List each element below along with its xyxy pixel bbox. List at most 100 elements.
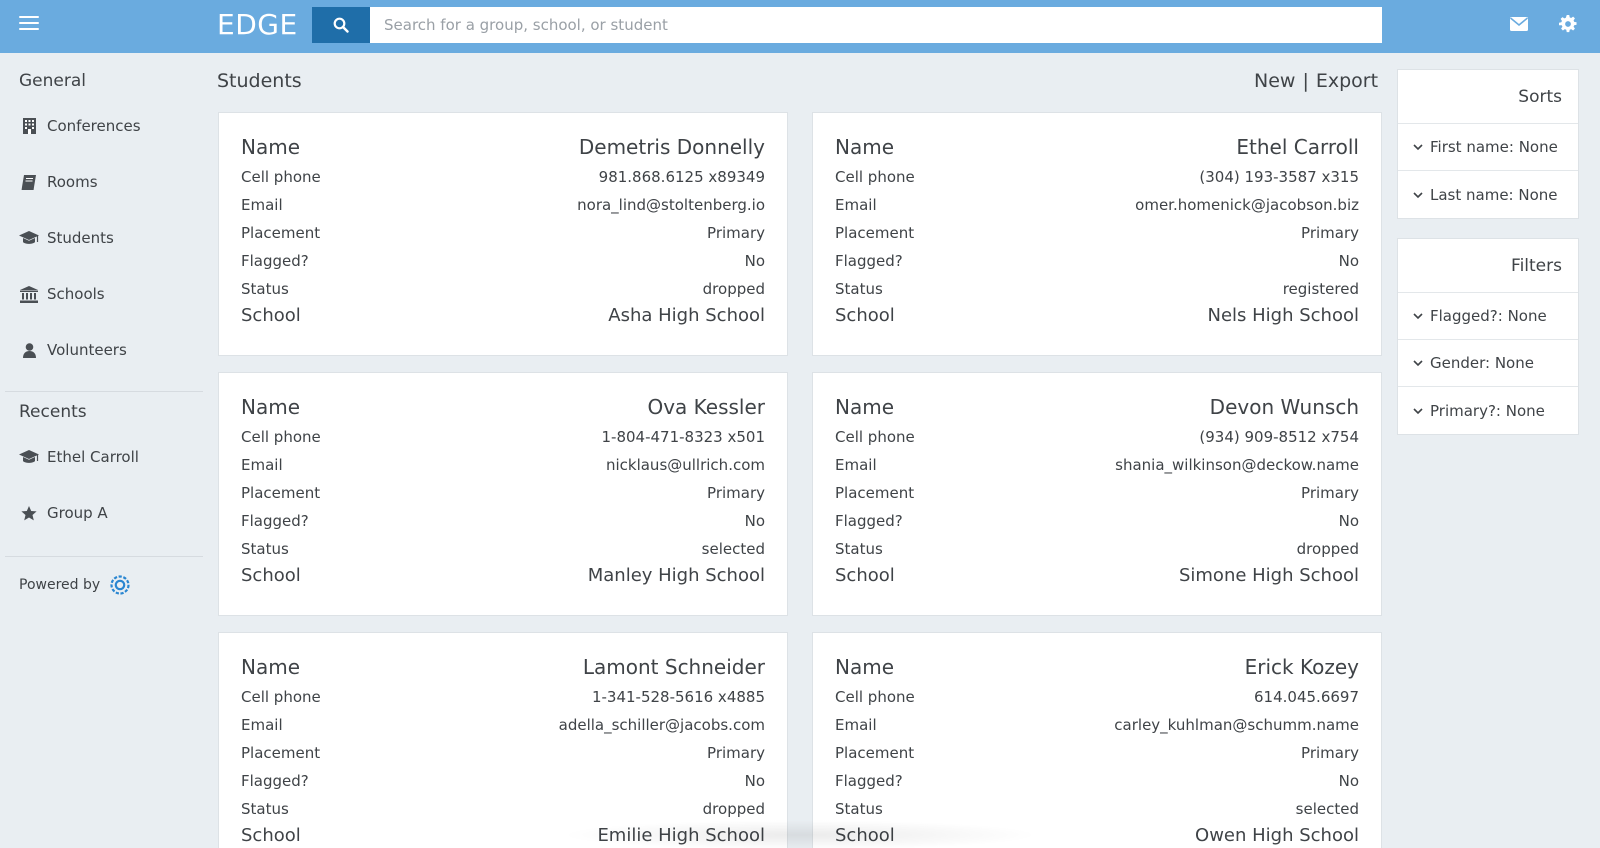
field-label: Status	[835, 540, 883, 558]
sidebar: General Conferences Rooms Students Schoo…	[0, 53, 205, 848]
student-card[interactable]: Name Ethel Carroll Cell phone (304) 193-358…	[812, 112, 1382, 356]
chevron-down-icon	[1413, 407, 1423, 414]
chevron-down-icon	[1413, 191, 1423, 198]
field-value-email[interactable]: nicklaus@ullrich.com	[606, 456, 765, 474]
filter-primary[interactable]: Primary?: None	[1398, 387, 1578, 434]
field-label: Name	[835, 655, 895, 679]
sort-first-name[interactable]: First name: None	[1398, 124, 1578, 171]
field-row-school: School Manley High School	[241, 565, 765, 586]
search-button[interactable]	[312, 7, 370, 43]
field-row-placement: Placement Primary	[835, 224, 1359, 242]
student-card[interactable]: Name Devon Wunsch Cell phone (934) 909-8512…	[812, 372, 1382, 616]
powered-by-label: Powered by	[19, 577, 101, 593]
sidebar-item-volunteers[interactable]: Volunteers	[19, 338, 199, 362]
field-value-name: Lamont Schneider	[582, 655, 765, 679]
filters-heading: Filters	[1398, 239, 1578, 293]
field-value-school[interactable]: Nels High School	[1208, 305, 1360, 326]
field-value-placement: Primary	[707, 224, 765, 242]
sort-label: First name: None	[1430, 138, 1558, 156]
field-value-email[interactable]: nora_lind@stoltenberg.io	[577, 196, 765, 214]
field-row-status: Status dropped	[241, 800, 765, 818]
filter-gender[interactable]: Gender: None	[1398, 340, 1578, 387]
student-card[interactable]: Name Erick Kozey Cell phone 614.045.6697 Ema…	[812, 632, 1382, 848]
field-label: Name	[835, 135, 895, 159]
powered-by: Powered by	[19, 575, 130, 595]
field-label: Flagged?	[241, 512, 309, 530]
field-value-email[interactable]: carley_kuhlman@schumm.name	[1114, 716, 1359, 734]
export-button[interactable]: Export	[1316, 70, 1378, 92]
field-row-email: Email nicklaus@ullrich.com	[241, 456, 765, 474]
field-value-email[interactable]: omer.homenick@jacobson.biz	[1135, 196, 1359, 214]
field-value-school[interactable]: Owen High School	[1195, 825, 1359, 846]
sidebar-item-rooms[interactable]: Rooms	[19, 170, 199, 194]
field-label: Placement	[835, 224, 915, 242]
field-label: Flagged?	[835, 252, 903, 270]
gear-icon[interactable]	[1559, 15, 1577, 33]
field-label: Cell phone	[241, 168, 321, 186]
field-value-cell-phone: 1-804-471-8323 x501	[601, 428, 766, 446]
field-value-flagged: No	[1338, 512, 1359, 530]
field-value-status: dropped	[1296, 540, 1359, 558]
recent-item-group-a[interactable]: Group A	[19, 501, 199, 525]
field-row-cell-phone: Cell phone (934) 909-8512 x754	[835, 428, 1359, 446]
field-value-cell-phone: (934) 909-8512 x754	[1199, 428, 1359, 446]
field-row-school: School Nels High School	[835, 305, 1359, 326]
sidebar-item-conferences[interactable]: Conferences	[19, 114, 199, 138]
powered-by-logo-icon[interactable]	[110, 575, 130, 595]
field-row-cell-phone: Cell phone (304) 193-3587 x315	[835, 168, 1359, 186]
field-label: Flagged?	[241, 252, 309, 270]
field-value-status: selected	[1295, 800, 1359, 818]
field-value-email[interactable]: shania_wilkinson@deckow.name	[1115, 456, 1359, 474]
mail-icon[interactable]	[1509, 16, 1529, 31]
field-label: Name	[241, 655, 301, 679]
student-card[interactable]: Name Demetris Donnelly Cell phone 981.868.6…	[218, 112, 788, 356]
field-label: Cell phone	[835, 688, 915, 706]
field-row-cell-phone: Cell phone 614.045.6697	[835, 688, 1359, 706]
search-input[interactable]	[370, 7, 1382, 43]
field-label: School	[241, 565, 301, 586]
sort-last-name[interactable]: Last name: None	[1398, 171, 1578, 218]
new-button[interactable]: New	[1254, 70, 1295, 92]
field-value-school[interactable]: Simone High School	[1179, 565, 1359, 586]
book-icon	[19, 173, 39, 191]
institution-icon	[19, 285, 39, 303]
field-row-name: Name Lamont Schneider	[241, 655, 765, 679]
field-label: Status	[835, 800, 883, 818]
field-label: Email	[241, 196, 283, 214]
field-row-cell-phone: Cell phone 1-804-471-8323 x501	[241, 428, 765, 446]
filter-label: Flagged?: None	[1430, 307, 1547, 325]
field-value-cell-phone: (304) 193-3587 x315	[1199, 168, 1359, 186]
field-value-school[interactable]: Manley High School	[588, 565, 765, 586]
student-card[interactable]: Name Lamont Schneider Cell phone 1-341-528-…	[218, 632, 788, 848]
brand-logo[interactable]: EDGE	[217, 8, 298, 41]
sidebar-item-schools[interactable]: Schools	[19, 282, 199, 306]
field-value-placement: Primary	[707, 484, 765, 502]
sidebar-item-students[interactable]: Students	[19, 226, 199, 250]
field-value-school[interactable]: Asha High School	[608, 305, 765, 326]
field-label: Email	[835, 196, 877, 214]
field-row-email: Email carley_kuhlman@schumm.name	[835, 716, 1359, 734]
sidebar-item-label: Rooms	[47, 173, 98, 191]
field-value-school[interactable]: Emilie High School	[597, 825, 765, 846]
sidebar-item-label: Students	[47, 229, 114, 247]
field-value-cell-phone: 981.868.6125 x89349	[598, 168, 765, 186]
field-row-status: Status dropped	[241, 280, 765, 298]
recent-item-ethel-carroll[interactable]: Ethel Carroll	[19, 445, 199, 469]
field-label: Flagged?	[241, 772, 309, 790]
field-value-status: dropped	[702, 800, 765, 818]
sidebar-heading-recents: Recents	[19, 402, 87, 422]
field-row-flagged: Flagged? No	[835, 512, 1359, 530]
field-row-placement: Placement Primary	[835, 484, 1359, 502]
field-row-placement: Placement Primary	[241, 484, 765, 502]
filters-panel: Filters Flagged?: None Gender: None Prim…	[1397, 238, 1579, 435]
field-row-flagged: Flagged? No	[835, 252, 1359, 270]
field-row-email: Email adella_schiller@jacobs.com	[241, 716, 765, 734]
field-value-flagged: No	[744, 252, 765, 270]
student-card[interactable]: Name Ova Kessler Cell phone 1-804-471-8323 …	[218, 372, 788, 616]
field-value-email[interactable]: adella_schiller@jacobs.com	[559, 716, 765, 734]
hamburger-menu-icon[interactable]	[19, 16, 39, 32]
filter-flagged[interactable]: Flagged?: None	[1398, 293, 1578, 340]
sidebar-item-label: Schools	[47, 285, 105, 303]
field-row-placement: Placement Primary	[241, 224, 765, 242]
field-row-status: Status registered	[835, 280, 1359, 298]
